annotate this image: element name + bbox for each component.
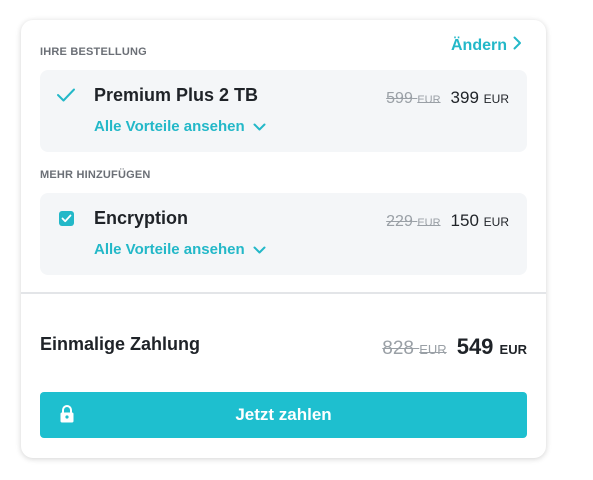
order-section-label: IHRE BESTELLUNG xyxy=(40,46,147,58)
order-item: Premium Plus 2 TB 599 EUR 399 EUR Alle V… xyxy=(40,70,527,152)
total-price: 828 EUR 549 EUR xyxy=(382,334,527,360)
order-item-price: 599 EUR 399 EUR xyxy=(386,88,509,108)
benefits-link-label: Alle Vorteile ansehen xyxy=(94,241,245,258)
addons-section-label: MEHR HINZUFÜGEN xyxy=(40,169,151,181)
total-old-price: 828 EUR xyxy=(382,338,447,359)
order-item-benefits-link[interactable]: Alle Vorteile ansehen xyxy=(94,118,266,135)
chevron-down-icon xyxy=(253,118,266,135)
addon-item-benefits-link[interactable]: Alle Vorteile ansehen xyxy=(94,241,266,258)
addon-item-new-price: 150 EUR xyxy=(450,211,509,230)
order-item-old-price: 599 EUR xyxy=(386,90,441,107)
addon-item-price: 229 EUR 150 EUR xyxy=(386,211,509,231)
change-order-link[interactable]: Ändern xyxy=(451,36,522,55)
chevron-down-icon xyxy=(253,241,266,258)
total-new-price: 549 EUR xyxy=(456,334,527,359)
divider xyxy=(21,292,546,294)
addon-item-name: Encryption xyxy=(94,208,189,228)
pay-now-button[interactable]: Jetzt zahlen xyxy=(40,392,527,438)
lock-icon xyxy=(59,404,75,429)
total-label: Einmalige Zahlung xyxy=(40,334,201,354)
checkmark-icon xyxy=(61,214,72,223)
addon-checkbox[interactable] xyxy=(59,211,74,226)
benefits-link-label: Alle Vorteile ansehen xyxy=(94,118,245,135)
chevron-right-icon xyxy=(513,36,522,55)
checkout-card: IHRE BESTELLUNG Ändern Premium Plus 2 TB… xyxy=(21,20,546,458)
pay-now-label: Jetzt zahlen xyxy=(235,405,332,424)
order-item-new-price: 399 EUR xyxy=(450,88,509,107)
check-icon xyxy=(56,87,76,108)
change-order-label: Ändern xyxy=(451,36,507,54)
order-item-name: Premium Plus 2 TB xyxy=(94,85,259,105)
addon-item: Encryption 229 EUR 150 EUR Alle Vorteile… xyxy=(40,193,527,275)
addon-item-old-price: 229 EUR xyxy=(386,213,441,230)
